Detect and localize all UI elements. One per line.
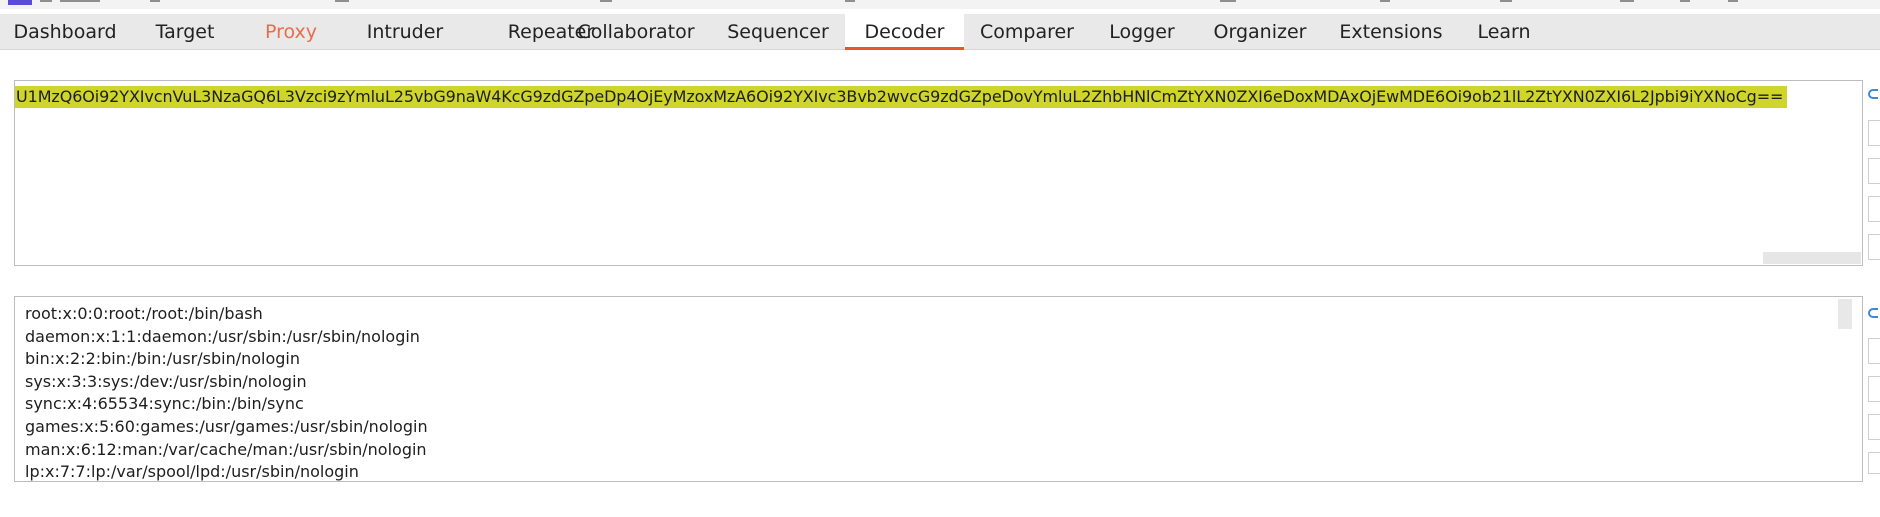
clipped-title-fragment bbox=[1380, 0, 1390, 2]
side-controls-clipped bbox=[1868, 80, 1880, 482]
tab-sequencer[interactable]: Sequencer bbox=[712, 14, 844, 50]
clipped-title-fragment bbox=[845, 0, 855, 2]
smart-decode-button[interactable] bbox=[1868, 452, 1880, 474]
decoded-line: lp:x:7:7:lp:/var/spool/lpd:/usr/sbin/nol… bbox=[25, 462, 359, 482]
tab-intruder[interactable]: Intruder bbox=[342, 14, 468, 50]
clipped-title-fragment bbox=[1220, 0, 1236, 2]
text-radio-icon[interactable] bbox=[1868, 89, 1878, 99]
clipped-title-fragment bbox=[1620, 0, 1634, 2]
tab-decoder[interactable]: Decoder bbox=[845, 14, 964, 50]
clipped-title-fragment bbox=[335, 0, 349, 2]
tab-target[interactable]: Target bbox=[130, 14, 240, 50]
decoder-output-panel[interactable]: root:x:0:0:root:/root:/bin/bash daemon:x… bbox=[14, 296, 1863, 482]
hash-dropdown[interactable] bbox=[1868, 414, 1880, 440]
decoder-input-panel[interactable]: U1MzQ6Oi92YXIvcnVuL3NzaGQ6L3Vzci9zYmluL2… bbox=[14, 80, 1863, 266]
smart-decode-button[interactable] bbox=[1868, 234, 1880, 260]
tool-tab-bar: Dashboard Target Proxy Intruder Repeater… bbox=[0, 14, 1880, 50]
vertical-scrollbar[interactable] bbox=[1838, 299, 1852, 329]
decoded-line: games:x:5:60:games:/usr/games:/usr/sbin/… bbox=[25, 416, 428, 436]
clipped-title-fragment bbox=[60, 0, 100, 2]
decoded-line: sys:x:3:3:sys:/dev:/usr/sbin/nologin bbox=[25, 371, 307, 391]
tab-comparer[interactable]: Comparer bbox=[964, 14, 1090, 50]
encode-as-dropdown[interactable] bbox=[1868, 158, 1880, 184]
tab-dashboard[interactable]: Dashboard bbox=[0, 14, 130, 50]
encoded-input-text[interactable]: U1MzQ6Oi92YXIvcnVuL3NzaGQ6L3Vzci9zYmluL2… bbox=[15, 86, 1788, 108]
clipped-title-fragment bbox=[600, 0, 612, 2]
title-strip bbox=[0, 0, 1880, 9]
text-radio-icon[interactable] bbox=[1868, 308, 1878, 318]
decoded-line: bin:x:2:2:bin:/bin:/usr/sbin/nologin bbox=[25, 349, 300, 369]
clipped-title-fragment bbox=[1680, 0, 1690, 2]
app-icon bbox=[8, 0, 32, 5]
decoded-line: root:x:0:0:root:/root:/bin/bash bbox=[25, 304, 263, 323]
decoded-line: sync:x:4:65534:sync:/bin:/bin/sync bbox=[25, 394, 304, 414]
clipped-title-fragment bbox=[40, 0, 52, 2]
decoded-line: man:x:6:12:man:/var/cache/man:/usr/sbin/… bbox=[25, 439, 427, 459]
clipped-title-fragment bbox=[1728, 0, 1738, 2]
tab-collaborator[interactable]: Collaborator bbox=[560, 14, 712, 50]
decode-as-dropdown[interactable] bbox=[1868, 338, 1880, 364]
tab-proxy[interactable]: Proxy bbox=[240, 14, 342, 50]
decoded-output-text[interactable]: root:x:0:0:root:/root:/bin/bash daemon:x… bbox=[25, 303, 428, 484]
tab-learn[interactable]: Learn bbox=[1456, 14, 1552, 50]
decode-as-dropdown[interactable] bbox=[1868, 120, 1880, 146]
hash-dropdown[interactable] bbox=[1868, 196, 1880, 222]
encode-as-dropdown[interactable] bbox=[1868, 376, 1880, 402]
decoded-line: daemon:x:1:1:daemon:/usr/sbin:/usr/sbin/… bbox=[25, 326, 420, 346]
horizontal-scrollbar[interactable] bbox=[1763, 252, 1861, 264]
tab-organizer[interactable]: Organizer bbox=[1194, 14, 1326, 50]
tab-extensions[interactable]: Extensions bbox=[1326, 14, 1456, 50]
clipped-title-fragment bbox=[1500, 0, 1512, 2]
clipped-title-fragment bbox=[150, 0, 160, 2]
tab-logger[interactable]: Logger bbox=[1090, 14, 1194, 50]
